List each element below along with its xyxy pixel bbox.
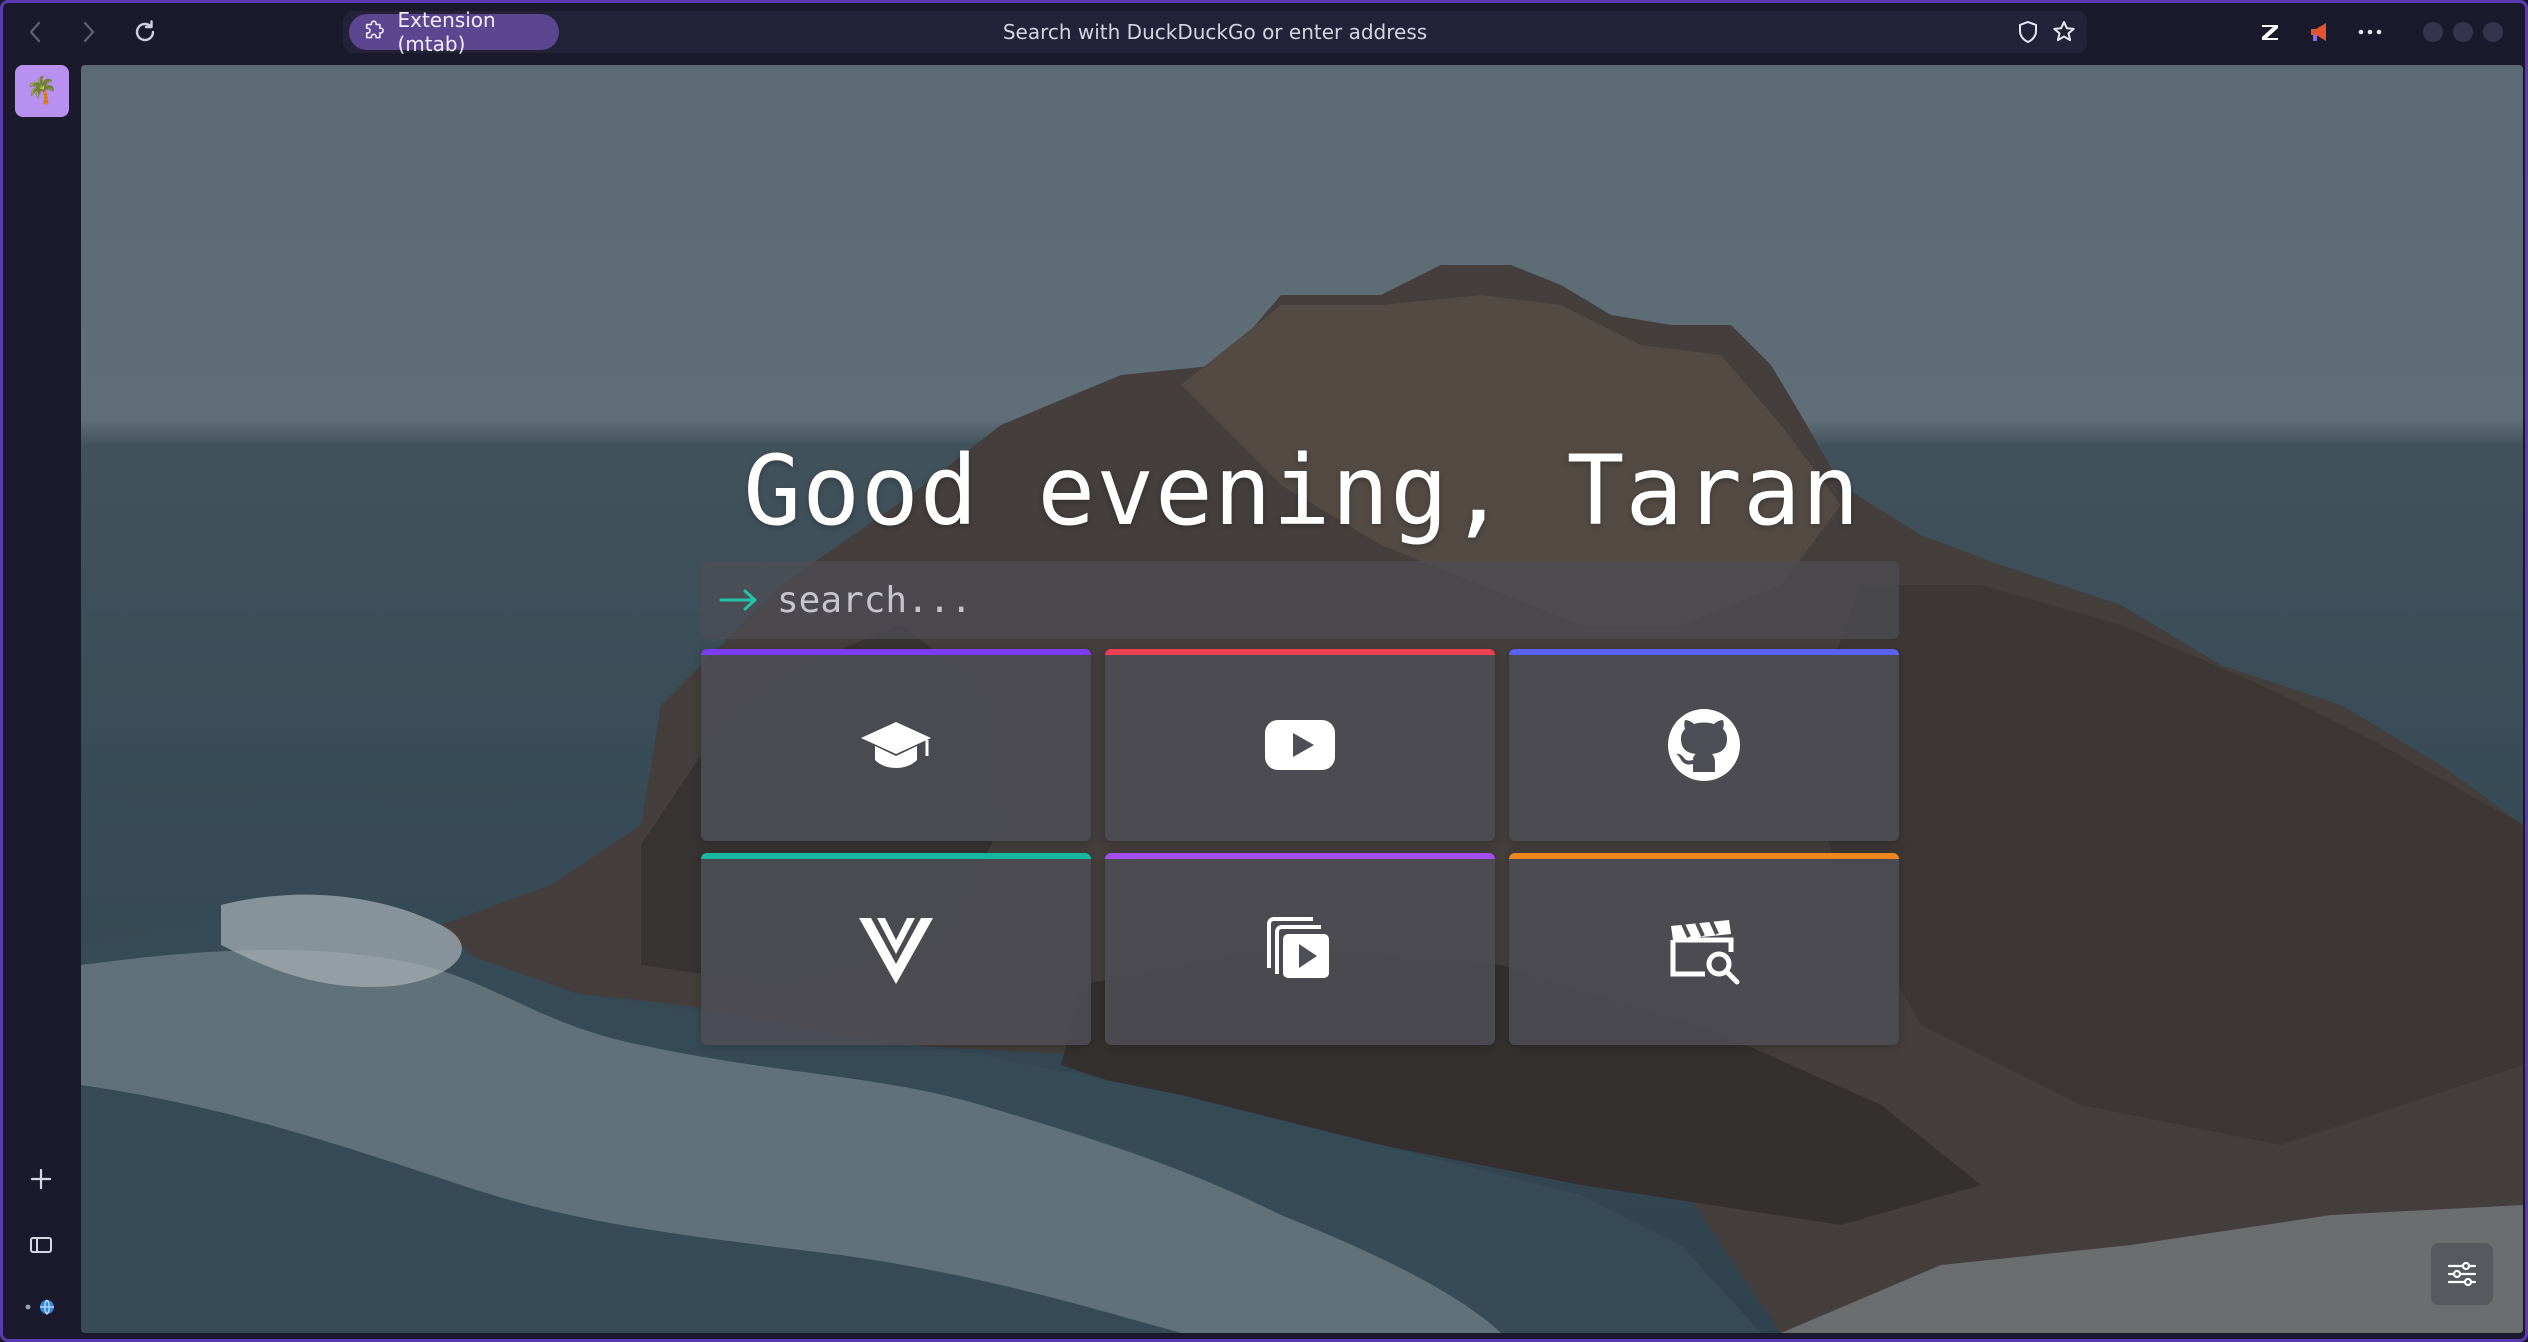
search-input[interactable] — [775, 569, 1899, 631]
vercel-v-icon — [859, 918, 933, 984]
chevron-right-icon — [83, 21, 95, 43]
globe-icon — [25, 1299, 54, 1315]
sidebar-panel-icon — [30, 1237, 52, 1253]
bookmark-tile-github[interactable] — [1509, 649, 1899, 841]
video-library-icon — [1267, 917, 1329, 978]
shield-icon[interactable] — [2015, 19, 2041, 45]
bookmark-grid — [701, 649, 1899, 1045]
extension-label: Extension (mtab) — [397, 8, 496, 56]
extension-indicator[interactable]: Extension (mtab) — [349, 8, 559, 56]
new-tab-page: Good evening, Taran — [81, 65, 2523, 1333]
puzzle-icon — [365, 20, 384, 39]
plus-icon — [30, 1168, 52, 1190]
tile-accent-bar — [1105, 649, 1495, 655]
sliders-icon — [2447, 1261, 2477, 1287]
bookmark-tile-youtube[interactable] — [1105, 649, 1495, 841]
bookmark-tile-education[interactable] — [701, 649, 1091, 841]
ellipsis-icon — [2358, 29, 2382, 35]
github-icon — [1668, 709, 1740, 781]
reload-icon — [135, 20, 155, 42]
back-button[interactable] — [17, 16, 53, 48]
bookmark-tile-videos[interactable] — [1105, 853, 1495, 1045]
browser-window: Extension (mtab) Search with DuckDuckGo … — [0, 0, 2528, 1342]
tile-accent-bar — [1509, 649, 1899, 655]
customize-settings-button[interactable] — [2431, 1243, 2493, 1305]
zotero-extension-button[interactable] — [2255, 17, 2285, 47]
maximize-button[interactable] — [2453, 22, 2473, 42]
new-tab-button[interactable] — [23, 1161, 59, 1197]
tile-accent-bar — [1509, 853, 1899, 859]
clapperboard-search-icon — [1670, 920, 1740, 985]
zotero-z-icon — [2262, 25, 2278, 40]
sidebar: 🌴 — [3, 61, 79, 1339]
globe-space-button[interactable] — [17, 1289, 65, 1325]
tile-accent-bar — [701, 853, 1091, 859]
greeting-heading: Good evening, Taran — [743, 435, 1861, 547]
close-button[interactable] — [2483, 22, 2503, 42]
bookmark-tile-vercel[interactable] — [701, 853, 1091, 1045]
arrow-right-icon — [719, 589, 757, 611]
tile-accent-bar — [1105, 853, 1495, 859]
toggle-sidebar-button[interactable] — [23, 1227, 59, 1263]
youtube-icon — [1265, 720, 1335, 770]
megaphone-icon — [2311, 23, 2326, 41]
chevron-left-icon — [29, 21, 41, 43]
reload-button[interactable] — [127, 16, 163, 48]
announcement-extension-button[interactable] — [2305, 17, 2335, 47]
forward-button[interactable] — [71, 16, 107, 48]
search-bar[interactable] — [701, 561, 1899, 639]
tile-accent-bar — [701, 649, 1091, 655]
address-bar[interactable]: Extension (mtab) Search with DuckDuckGo … — [343, 8, 2087, 56]
workspace-button[interactable]: 🌴 — [15, 65, 69, 117]
palm-tree-icon: 🌴 — [25, 76, 59, 106]
browser-toolbar: Extension (mtab) Search with DuckDuckGo … — [3, 3, 2525, 61]
more-menu-button[interactable] — [2355, 17, 2385, 47]
minimize-button[interactable] — [2423, 22, 2443, 42]
graduation-cap-icon — [861, 722, 931, 768]
star-icon[interactable] — [2051, 19, 2077, 45]
bookmark-tile-movie-search[interactable] — [1509, 853, 1899, 1045]
address-placeholder: Search with DuckDuckGo or enter address — [1002, 20, 1428, 44]
